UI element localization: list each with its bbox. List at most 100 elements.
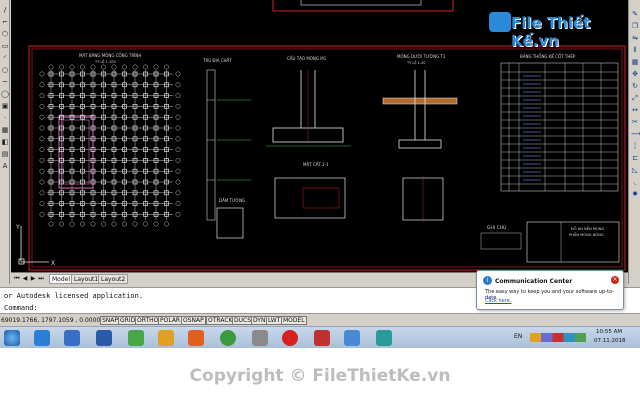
autocad-taskbar-icon[interactable] <box>314 330 330 346</box>
opera-icon[interactable] <box>282 330 298 346</box>
word-icon[interactable] <box>96 330 112 346</box>
watermark-footer: Copyright © FileThietKe.vn <box>0 348 640 400</box>
fillet-tool-icon[interactable]: ◟ <box>631 178 639 186</box>
section-title: MẶT CẮT 1-1 <box>303 162 329 167</box>
command-history: or Autodesk licensed application. <box>4 292 144 300</box>
wall-title: MÓNG DƯỚI TƯỜNG T1 <box>397 54 446 59</box>
wall-scale: TỶ LỆ 1:20 <box>406 60 426 65</box>
app-icon[interactable] <box>252 330 268 346</box>
windows-taskbar: EN 10:55 AM 07.11.2018 <box>0 326 640 348</box>
tab-model[interactable]: Model <box>49 274 74 284</box>
scale-tool-icon[interactable]: ⤢ <box>631 94 639 102</box>
circle-tool-icon[interactable]: ○ <box>1 66 9 74</box>
info-icon: i <box>483 276 492 285</box>
table-tool-icon[interactable]: ▤ <box>1 150 9 158</box>
insert-block-icon[interactable]: ▣ <box>1 102 9 110</box>
break-tool-icon[interactable]: ╎ <box>631 142 639 150</box>
notes-title: GHI CHÚ <box>487 224 506 231</box>
rotate-tool-icon[interactable]: ↻ <box>631 82 639 90</box>
prev-tab-button[interactable]: ◀ <box>21 274 29 284</box>
point-tool-icon[interactable]: · <box>1 114 9 122</box>
beam-title: DẦM TƯỜNG <box>219 198 245 203</box>
foundation-title: CẤU TẠO MÓNG M1 <box>287 56 327 61</box>
rectangle-tool-icon[interactable]: ▭ <box>1 42 9 50</box>
chrome-icon[interactable] <box>220 330 236 346</box>
tray-icons[interactable] <box>530 333 586 342</box>
autocad-active-icon[interactable] <box>376 330 392 346</box>
communication-center-popup[interactable]: i Communication Center × The easy way to… <box>476 270 624 310</box>
clock-time[interactable]: 10:55 AM <box>596 329 622 335</box>
soil-title: TRỤ ĐỊA CHẤT <box>202 58 232 63</box>
plan-scale: TỶ LỆ 1:100 <box>94 59 116 64</box>
line-tool-icon[interactable]: / <box>1 6 9 14</box>
ortho-toggle[interactable]: ORTHO <box>135 316 161 325</box>
lwt-toggle[interactable]: LWT <box>266 316 283 325</box>
join-tool-icon[interactable]: ⊏ <box>631 154 639 162</box>
autocad-window: / ⌐ ⬡ ▭ ◜ ○ ~ ◯ ▣ · ▦ ◧ ▤ A MẶT BẰNG MÓN… <box>0 0 640 348</box>
paint-icon[interactable] <box>344 330 360 346</box>
array-tool-icon[interactable]: ▦ <box>631 58 639 66</box>
chamfer-tool-icon[interactable]: ◺ <box>631 166 639 174</box>
explode-tool-icon[interactable]: ✸ <box>631 190 639 198</box>
ducs-toggle[interactable]: DUCS <box>232 316 254 325</box>
mirror-tool-icon[interactable]: ⇋ <box>631 34 639 42</box>
svg-text:X: X <box>51 260 55 267</box>
right-toolbar: ✎ ❐ ⇋ ⫴ ▦ ✥ ↻ ⤢ ↔ ✂ ⟶ ╎ ⊏ ◺ ◟ ✸ <box>628 0 640 284</box>
coordinate-readout: 69019.1766, 1797.1059 , 0.0000 <box>1 317 101 324</box>
trim-tool-icon[interactable]: ✂ <box>631 118 639 126</box>
ucs-icon <box>18 226 49 265</box>
tab-layout1[interactable]: Layout1 <box>71 274 102 284</box>
upper-sheet-border <box>272 0 454 12</box>
next-tab-button[interactable]: ▶ <box>29 274 37 284</box>
popup-title: Communication Center <box>495 278 573 285</box>
extend-tool-icon[interactable]: ⟶ <box>631 130 640 138</box>
firefox-icon[interactable] <box>188 330 204 346</box>
popup-link[interactable]: Click here. <box>485 298 511 304</box>
green-app-icon[interactable] <box>128 330 144 346</box>
dyn-toggle[interactable]: DYN <box>251 316 268 325</box>
table-title: BẢNG THỐNG KÊ CỐT THÉP <box>520 54 576 59</box>
spline-tool-icon[interactable]: ~ <box>1 78 9 86</box>
last-tab-button[interactable]: ⏭ <box>37 274 45 284</box>
offset-tool-icon[interactable]: ⫴ <box>631 46 639 54</box>
copy-tool-icon[interactable]: ❐ <box>631 22 639 30</box>
foundation-plan <box>47 70 173 220</box>
text-tool-icon[interactable]: A <box>1 162 9 170</box>
ellipse-tool-icon[interactable]: ◯ <box>1 90 9 98</box>
region-tool-icon[interactable]: ◧ <box>1 138 9 146</box>
language-indicator[interactable]: EN <box>514 333 522 340</box>
move-tool-icon[interactable]: ✥ <box>631 70 639 78</box>
close-icon[interactable]: × <box>611 276 619 284</box>
internet-explorer-icon[interactable] <box>34 330 50 346</box>
osnap-toggle[interactable]: OSNAP <box>181 316 206 325</box>
titleblock-line2: PHẦN MÓNG NÔNG <box>569 232 604 237</box>
model-toggle[interactable]: MODEL <box>281 316 307 325</box>
watermark-top: File Thiết Kế.vn <box>511 14 591 50</box>
status-bar: 69019.1766, 1797.1059 , 0.0000 SNAP GRID… <box>0 315 640 326</box>
polygon-tool-icon[interactable]: ⬡ <box>1 30 9 38</box>
plan-title: MẶT BẰNG MÓNG CÔNG TRÌNH <box>79 53 141 58</box>
soil-column <box>206 69 216 221</box>
polar-toggle[interactable]: POLAR <box>158 316 183 325</box>
copyright-watermark: Copyright © FileThietKe.vn <box>189 366 451 386</box>
titleblock-line1: ĐỒ ÁN NỀN MÓNG <box>571 226 604 231</box>
file-explorer-icon[interactable] <box>158 330 174 346</box>
erase-tool-icon[interactable]: ✎ <box>631 10 639 18</box>
polyline-tool-icon[interactable]: ⌐ <box>1 18 9 26</box>
rebar-table <box>500 62 619 192</box>
watermark-logo-icon <box>489 12 511 32</box>
start-button-icon[interactable] <box>4 330 20 346</box>
tab-layout2[interactable]: Layout2 <box>98 274 129 284</box>
hatch-tool-icon[interactable]: ▦ <box>1 126 9 134</box>
clock-date[interactable]: 07.11.2018 <box>594 338 626 344</box>
calendar-app-icon[interactable] <box>64 330 80 346</box>
first-tab-button[interactable]: ⏮ <box>13 274 21 284</box>
arc-tool-icon[interactable]: ◜ <box>1 54 9 62</box>
sheet-border <box>28 45 626 271</box>
otrack-toggle[interactable]: OTRACK <box>206 316 235 325</box>
left-toolbar: / ⌐ ⬡ ▭ ◜ ○ ~ ◯ ▣ · ▦ ◧ ▤ A <box>0 0 10 284</box>
drawing-canvas[interactable]: MẶT BẰNG MÓNG CÔNG TRÌNH TỶ LỆ 1:100 TRỤ… <box>11 0 628 272</box>
command-prompt[interactable]: Command: <box>4 304 38 312</box>
svg-text:Y: Y <box>15 224 20 231</box>
stretch-tool-icon[interactable]: ↔ <box>631 106 639 114</box>
